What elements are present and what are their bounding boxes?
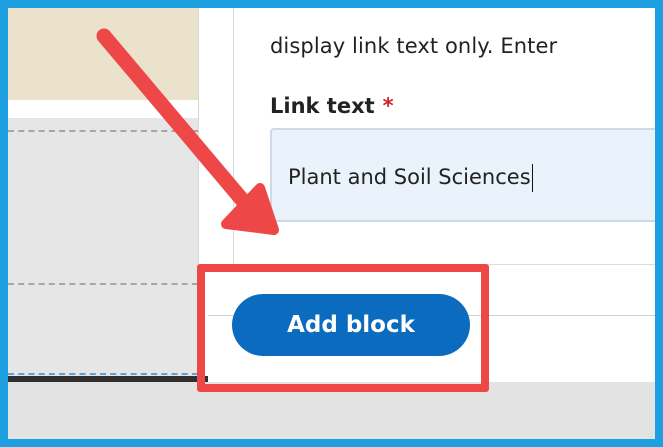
screenshot-frame: display link text only. Enter Link text *… [8,8,655,439]
arrow-icon [96,28,279,235]
annotation-arrow [96,28,279,235]
